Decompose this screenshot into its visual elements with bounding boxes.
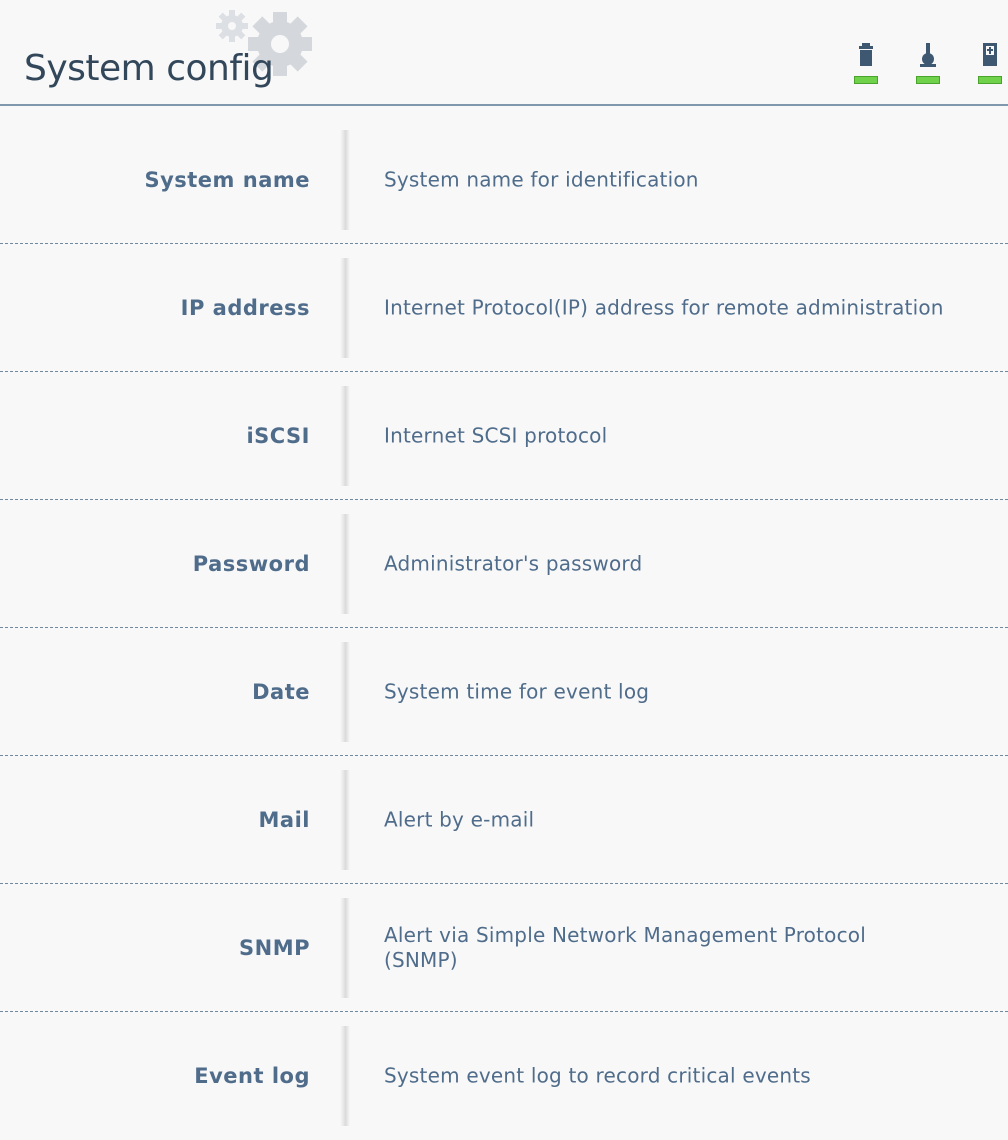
page-title: System config [24, 48, 274, 89]
mail-link[interactable]: Mail [259, 808, 310, 832]
config-row-snmp: SNMP Alert via Simple Network Management… [0, 884, 1008, 1012]
config-row-iscsi: iSCSI Internet SCSI protocol [0, 372, 1008, 500]
config-row-ip-address: IP address Internet Protocol(IP) address… [0, 244, 1008, 372]
page-header: System config [0, 0, 1008, 106]
save-icon [983, 43, 997, 66]
config-row-date: Date System time for event log [0, 628, 1008, 756]
ip-address-link[interactable]: IP address [181, 296, 310, 320]
row-description: System name for identification [384, 167, 699, 191]
row-separator [340, 130, 350, 230]
date-link[interactable]: Date [252, 680, 310, 704]
row-separator [340, 386, 350, 486]
row-description: System time for event log [384, 679, 650, 703]
row-description: Internet Protocol(IP) address for remote… [384, 295, 944, 319]
config-row-event-log: Event log System event log to record cri… [0, 1012, 1008, 1140]
row-separator [340, 770, 350, 870]
probe-tool-button[interactable] [914, 40, 942, 90]
iscsi-link[interactable]: iSCSI [246, 424, 310, 448]
probe-icon [920, 43, 936, 67]
row-separator [340, 642, 350, 742]
row-description: Internet SCSI protocol [384, 423, 608, 447]
row-separator [340, 258, 350, 358]
system-name-link[interactable]: System name [144, 168, 310, 192]
row-separator [340, 898, 350, 998]
config-row-mail: Mail Alert by e-mail [0, 756, 1008, 884]
event-log-link[interactable]: Event log [194, 1064, 310, 1088]
status-led [978, 76, 1002, 84]
row-description: Administrator's password [384, 551, 643, 575]
row-description: Alert via Simple Network Management Prot… [384, 922, 866, 972]
password-link[interactable]: Password [193, 552, 310, 576]
snmp-link[interactable]: SNMP [239, 936, 310, 960]
trash-icon [859, 43, 873, 66]
delete-tool-button[interactable] [852, 40, 880, 90]
config-list: System name System name for identificati… [0, 116, 1008, 1140]
config-row-password: Password Administrator's password [0, 500, 1008, 628]
row-separator [340, 514, 350, 614]
save-tool-button[interactable] [976, 40, 1004, 90]
row-description: Alert by e-mail [384, 807, 535, 831]
config-row-system-name: System name System name for identificati… [0, 116, 1008, 244]
row-separator [340, 1026, 350, 1126]
row-description: System event log to record critical even… [384, 1063, 811, 1088]
status-led [916, 76, 940, 84]
status-led [854, 76, 878, 84]
